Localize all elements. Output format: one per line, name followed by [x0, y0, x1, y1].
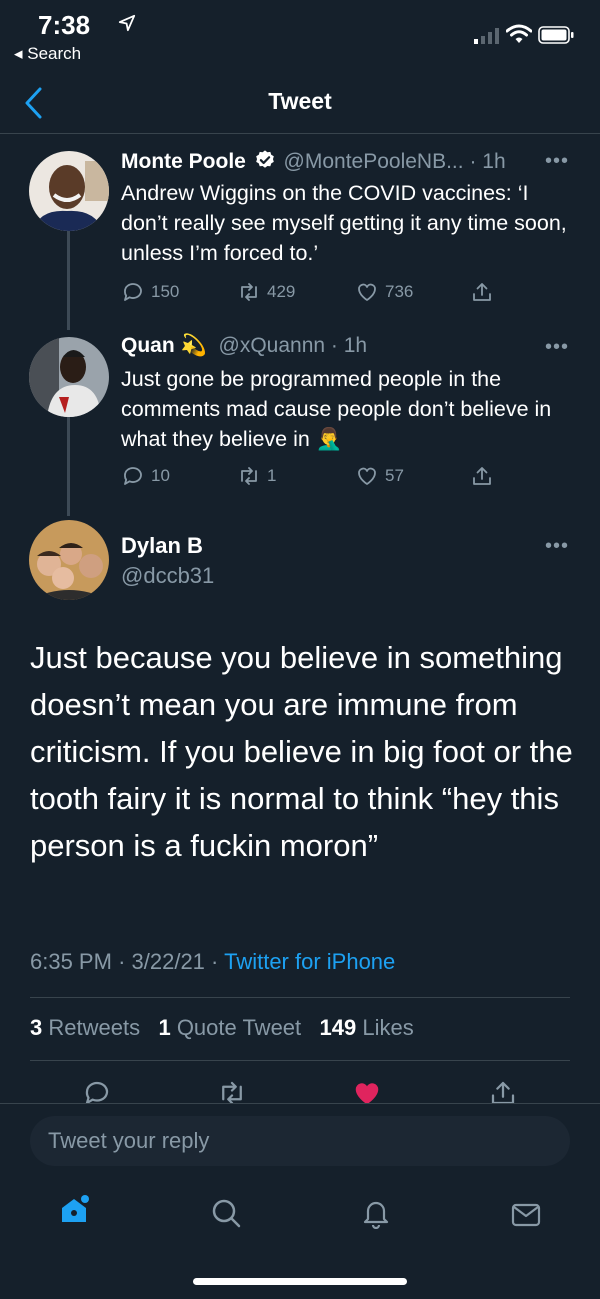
share-button[interactable]: [470, 280, 494, 304]
dizzy-emoji: 💫: [180, 334, 207, 357]
author-handle[interactable]: @MontePooleNB...: [284, 150, 464, 173]
thread-connector: [67, 220, 70, 330]
retweet-icon[interactable]: [217, 1078, 247, 1103]
author-name[interactable]: Dylan B: [121, 533, 203, 559]
more-options-icon[interactable]: •••: [545, 150, 569, 173]
home-icon[interactable]: [58, 1194, 90, 1226]
reply-count: 150: [151, 282, 180, 301]
heart-icon: [358, 283, 376, 301]
reply-button[interactable]: 150: [121, 280, 179, 304]
reply-count: 10: [151, 466, 170, 485]
like-count: 736: [385, 282, 414, 301]
share-button[interactable]: [470, 464, 494, 488]
location-arrow-icon: [118, 14, 136, 32]
share-icon[interactable]: [488, 1078, 518, 1103]
home-indicator: [193, 1278, 407, 1285]
retweet-icon: [241, 467, 257, 485]
status-time: 7:38: [38, 10, 91, 40]
divider: [30, 1060, 570, 1061]
notifications-icon[interactable]: [360, 1197, 392, 1229]
like-button[interactable]: 57: [355, 464, 404, 488]
retweet-count: 429: [267, 282, 296, 301]
author-handle[interactable]: @xQuannn: [219, 334, 326, 357]
avatar[interactable]: [29, 151, 109, 231]
like-count: 57: [385, 466, 404, 485]
share-icon: [473, 283, 491, 301]
page-title: Tweet: [268, 88, 332, 114]
retweets-stat[interactable]: 3 Retweets: [30, 1015, 140, 1040]
retweet-button[interactable]: 1: [237, 464, 276, 488]
tweet-source-link[interactable]: Twitter for iPhone: [224, 949, 395, 974]
quote-tweets-stat[interactable]: 1 Quote Tweet: [158, 1015, 301, 1040]
tweet-time: · 1h: [330, 334, 368, 357]
retweet-icon: [241, 283, 257, 301]
heart-icon: [358, 467, 376, 485]
tweet-stats: 3 Retweets 1 Quote Tweet 149 Likes: [30, 1015, 414, 1041]
likes-stat[interactable]: 149 Likes: [320, 1015, 414, 1040]
verified-badge-icon: [255, 150, 274, 168]
reply-icon: [124, 467, 142, 485]
author-handle[interactable]: @dccb31: [121, 563, 214, 589]
more-options-icon[interactable]: •••: [545, 535, 569, 558]
reply-button[interactable]: 10: [121, 464, 170, 488]
reply-icon[interactable]: [82, 1078, 112, 1103]
search-icon[interactable]: [210, 1197, 242, 1229]
tweet-meta: 6:35 PM · 3/22/21 · Twitter for iPhone: [30, 949, 396, 974]
header-divider: [0, 133, 600, 134]
avatar[interactable]: [29, 337, 109, 417]
retweet-button[interactable]: 429: [237, 280, 295, 304]
author-name[interactable]: Monte Poole: [121, 150, 246, 173]
divider: [30, 997, 570, 998]
battery-icon: [538, 26, 574, 44]
reply-placeholder: Tweet your reply: [48, 1128, 210, 1153]
wifi-icon: [506, 24, 532, 43]
like-button[interactable]: 736: [355, 280, 413, 304]
share-icon: [473, 467, 491, 485]
reply-bar-divider: [0, 1103, 600, 1104]
retweet-count: 1: [267, 466, 277, 485]
back-to-search[interactable]: ◂ Search: [14, 44, 81, 64]
tweet-time: · 1h: [469, 150, 506, 173]
more-options-icon[interactable]: •••: [545, 336, 569, 359]
tweet-text: Just gone be programmed people in the co…: [121, 364, 581, 454]
tweet-time: 6:35 PM: [30, 949, 112, 974]
main-tweet-text: Just because you believe in something do…: [30, 640, 573, 863]
facepalm-emoji: 🤦‍♂️: [315, 427, 343, 451]
thread-connector: [67, 404, 70, 516]
tweet-text: Andrew Wiggins on the COVID vaccines: ‘I…: [121, 181, 567, 265]
avatar[interactable]: [29, 520, 109, 600]
messages-icon[interactable]: [510, 1199, 542, 1231]
tweet-date: 3/22/21: [131, 949, 205, 974]
author-name[interactable]: Quan: [121, 334, 175, 357]
cell-signal-icon: [474, 28, 499, 44]
heart-icon[interactable]: [352, 1078, 382, 1103]
reply-icon: [124, 283, 142, 301]
reply-input[interactable]: Tweet your reply: [30, 1116, 570, 1166]
main-action-row: [0, 1074, 600, 1103]
